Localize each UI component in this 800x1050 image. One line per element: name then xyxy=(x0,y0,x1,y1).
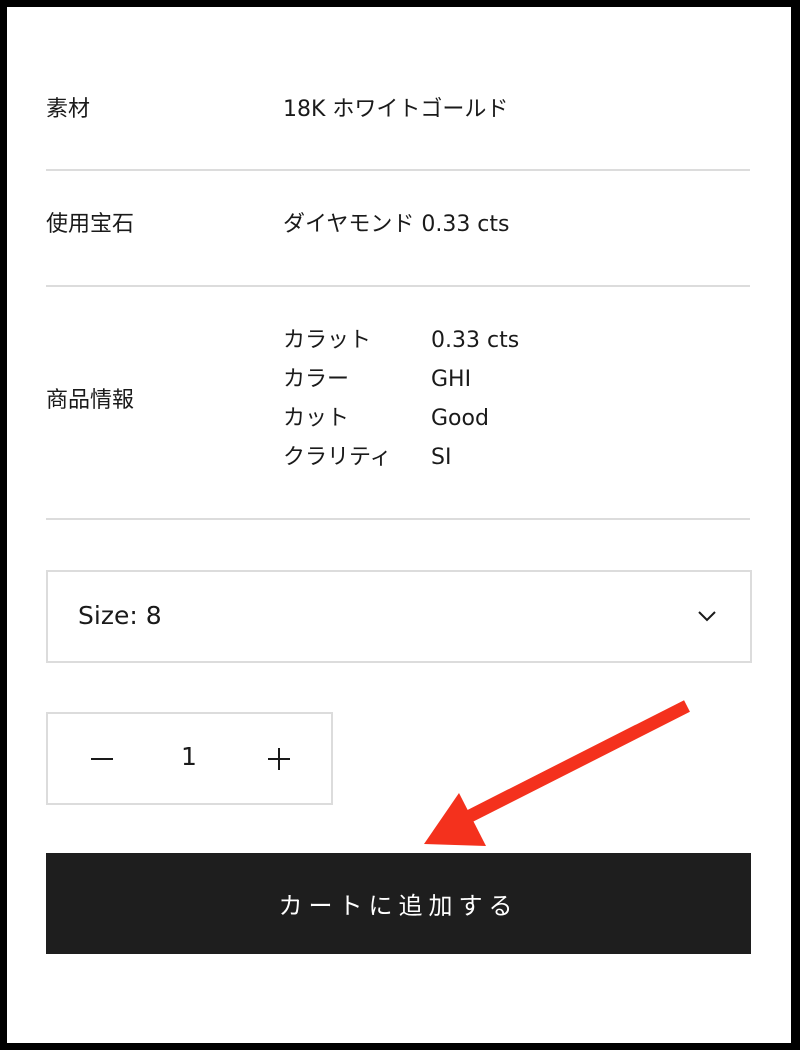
spec-row-gemstone: 使用宝石 ダイヤモンド 0.33 cts xyxy=(46,171,750,287)
spec-row-material: 素材 18K ホワイトゴールド xyxy=(46,7,750,171)
detail-value-clarity: SI xyxy=(431,445,452,470)
detail-value-carat: 0.33 cts xyxy=(431,328,520,353)
minus-icon xyxy=(91,758,113,760)
spec-label-material: 素材 xyxy=(46,97,91,122)
plus-icon xyxy=(268,748,290,770)
spec-value-material: 18K ホワイトゴールド xyxy=(283,97,509,122)
detail-key-carat: カラット xyxy=(283,328,372,353)
quantity-decrement-button[interactable] xyxy=(77,734,127,784)
detail-value-color: GHI xyxy=(431,367,472,392)
spec-label-gemstone: 使用宝石 xyxy=(46,212,135,237)
chevron-down-icon xyxy=(697,608,717,622)
detail-key-color: カラー xyxy=(283,367,350,392)
detail-value-cut: Good xyxy=(431,406,489,431)
detail-key-clarity: クラリティ xyxy=(283,445,392,470)
product-info-panel: 素材 18K ホワイトゴールド 使用宝石 ダイヤモンド 0.33 cts 商品情… xyxy=(7,7,791,1043)
detail-key-cut: カット xyxy=(283,406,350,431)
spec-label-product-details: 商品情報 xyxy=(46,388,135,413)
quantity-stepper: 1 xyxy=(46,712,333,805)
quantity-value[interactable]: 1 xyxy=(148,744,230,769)
size-select[interactable]: Size: 8 xyxy=(46,570,752,663)
spec-row-product-details: 商品情報 カラット 0.33 cts カラー GHI カット Good クラリテ… xyxy=(46,287,750,520)
quantity-increment-button[interactable] xyxy=(254,734,304,784)
size-select-value: Size: 8 xyxy=(78,601,162,630)
spec-value-gemstone: ダイヤモンド 0.33 cts xyxy=(283,212,510,237)
add-to-cart-button[interactable]: カートに追加する xyxy=(46,853,751,954)
